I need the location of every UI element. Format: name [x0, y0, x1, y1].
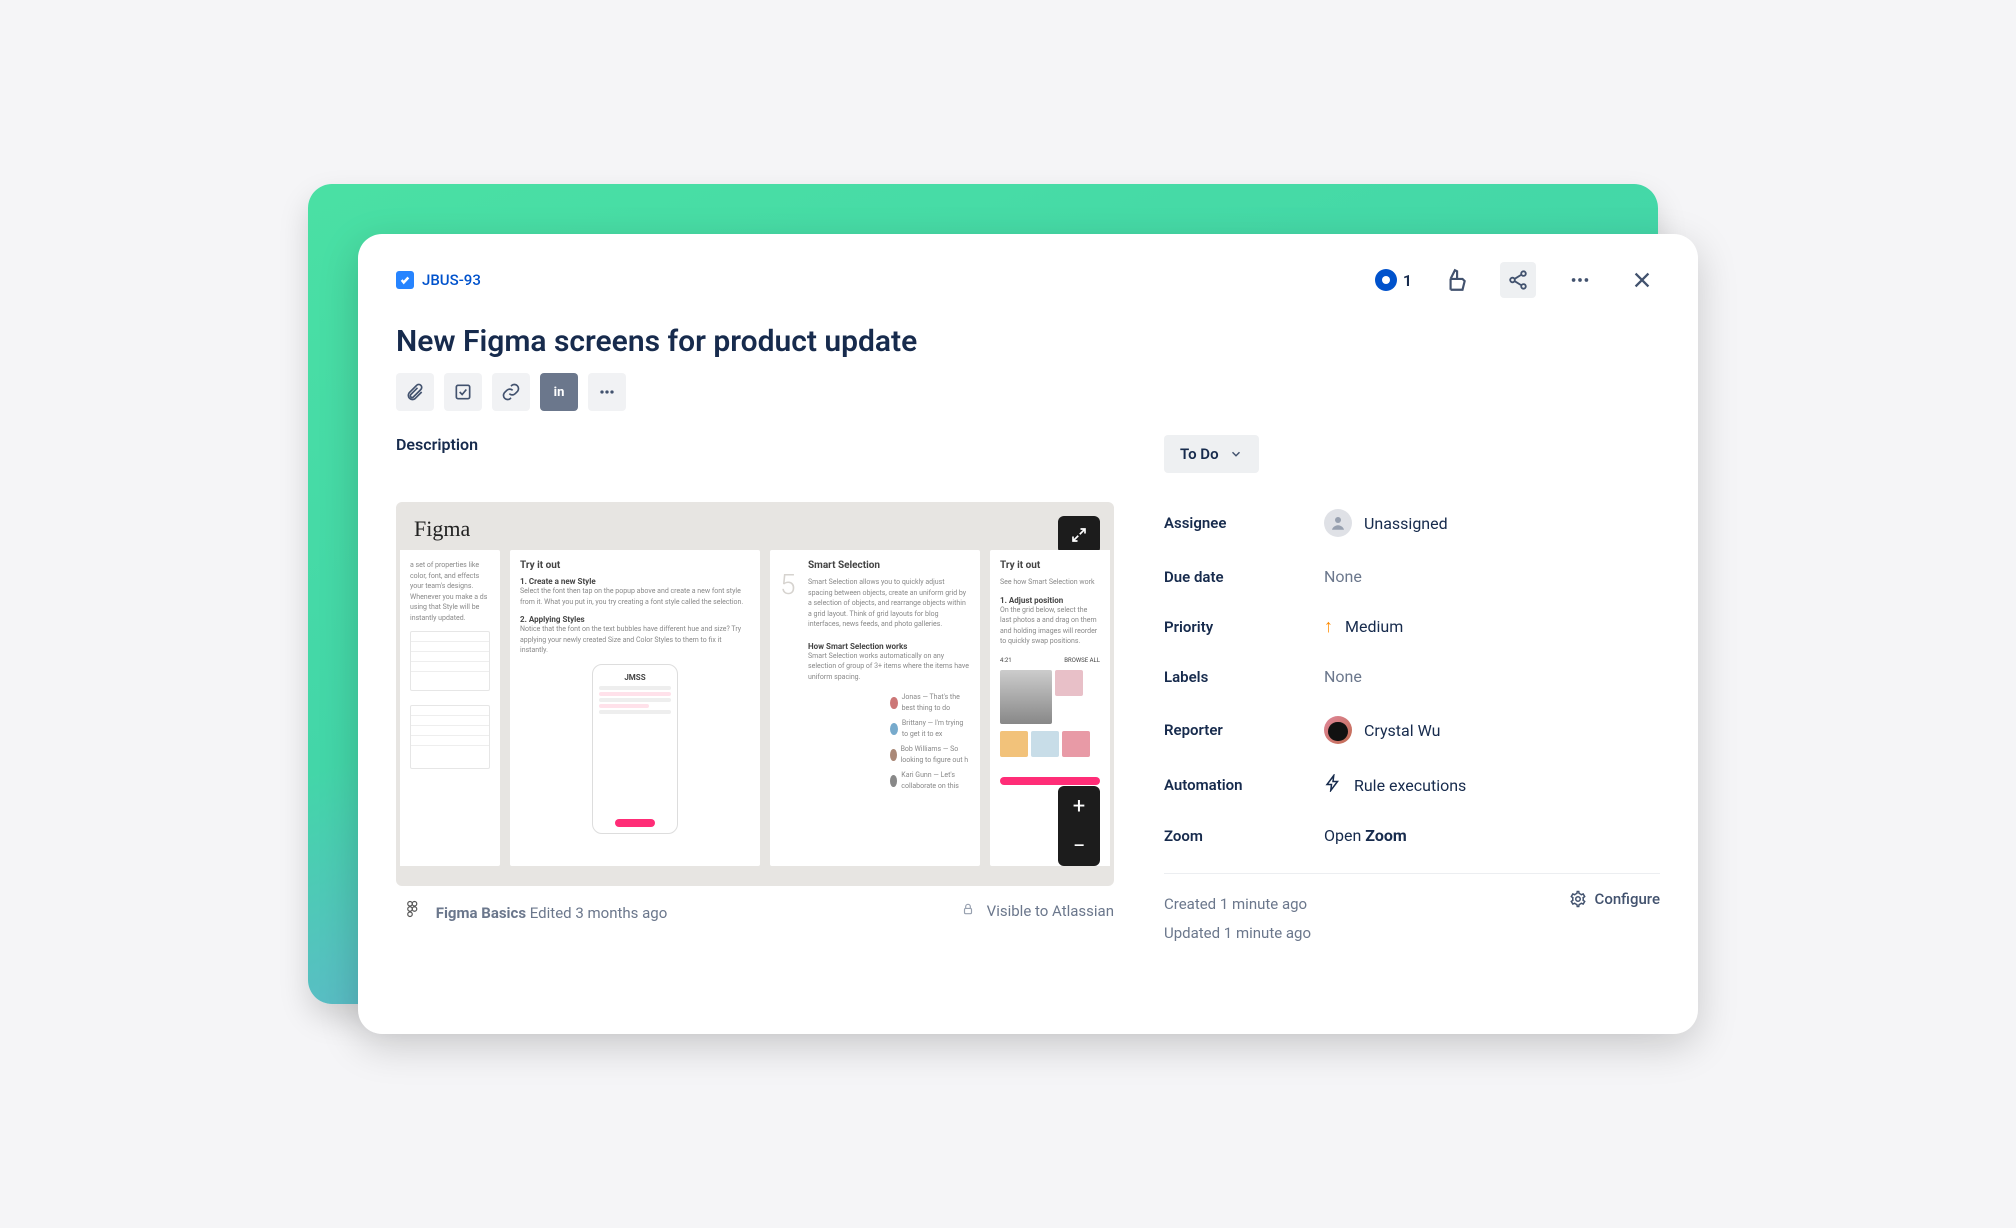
close-button[interactable] — [1624, 262, 1660, 298]
created-date: Created 1 minute ago — [1164, 890, 1311, 919]
figma-frame-2: Try it out 1. Create a new Style Select … — [510, 550, 760, 866]
updated-date: Updated 1 minute ago — [1164, 919, 1311, 948]
issue-title[interactable]: New Figma screens for product update — [396, 324, 1660, 359]
more-actions-button[interactable] — [1562, 262, 1598, 298]
lock-icon — [961, 902, 979, 920]
issue-type-icon — [396, 271, 414, 289]
reporter-field[interactable]: Reporter Crystal Wu — [1164, 716, 1660, 744]
priority-field[interactable]: Priority ↑ Medium — [1164, 616, 1660, 637]
bolt-icon — [1324, 774, 1342, 796]
issue-key-breadcrumb[interactable]: JBUS-93 — [396, 271, 481, 289]
unassigned-avatar-icon — [1324, 509, 1352, 537]
attach-button[interactable] — [396, 373, 434, 411]
figma-zoom-controls[interactable]: + − — [1058, 786, 1100, 866]
invision-button[interactable]: in — [540, 373, 578, 411]
priority-medium-icon: ↑ — [1324, 616, 1333, 637]
watch-count: 1 — [1403, 271, 1412, 290]
labels-field[interactable]: Labels None — [1164, 667, 1660, 686]
issue-panel: JBUS-93 1 New — [358, 234, 1698, 1034]
figma-logo-text: Figma — [396, 502, 1114, 550]
status-dropdown[interactable]: To Do — [1164, 435, 1259, 473]
add-subtask-button[interactable] — [444, 373, 482, 411]
link-button[interactable] — [492, 373, 530, 411]
configure-button[interactable]: Configure — [1569, 890, 1660, 908]
figma-visibility: Visible to Atlassian — [961, 902, 1114, 920]
reporter-avatar — [1324, 716, 1352, 744]
zoom-field[interactable]: Zoom Open Zoom — [1164, 826, 1660, 845]
eye-icon — [1375, 269, 1397, 291]
toolbar-more-button[interactable] — [588, 373, 626, 411]
zoom-in-button[interactable]: + — [1058, 786, 1100, 826]
figma-embed[interactable]: Figma a set of properties like color, fo… — [396, 502, 1114, 886]
figma-file-info[interactable]: Figma Basics Edited 3 months ago — [404, 900, 667, 922]
figma-frame-3: 5 Smart Selection Smart Selection allows… — [770, 550, 980, 866]
share-button[interactable] — [1500, 262, 1536, 298]
figma-icon — [404, 900, 422, 918]
description-label: Description — [396, 435, 1114, 454]
gear-icon — [1569, 890, 1587, 908]
zoom-out-button[interactable]: − — [1058, 826, 1100, 866]
expand-button[interactable] — [1058, 516, 1100, 554]
assignee-field[interactable]: Assignee Unassigned — [1164, 509, 1660, 537]
automation-field[interactable]: Automation Rule executions — [1164, 774, 1660, 796]
issue-key-text: JBUS-93 — [422, 271, 481, 289]
watch-button[interactable]: 1 — [1375, 269, 1412, 291]
vote-button[interactable] — [1438, 262, 1474, 298]
chevron-down-icon — [1229, 447, 1243, 461]
due-date-field[interactable]: Due date None — [1164, 567, 1660, 586]
figma-frame-1: a set of properties like color, font, an… — [400, 550, 500, 866]
